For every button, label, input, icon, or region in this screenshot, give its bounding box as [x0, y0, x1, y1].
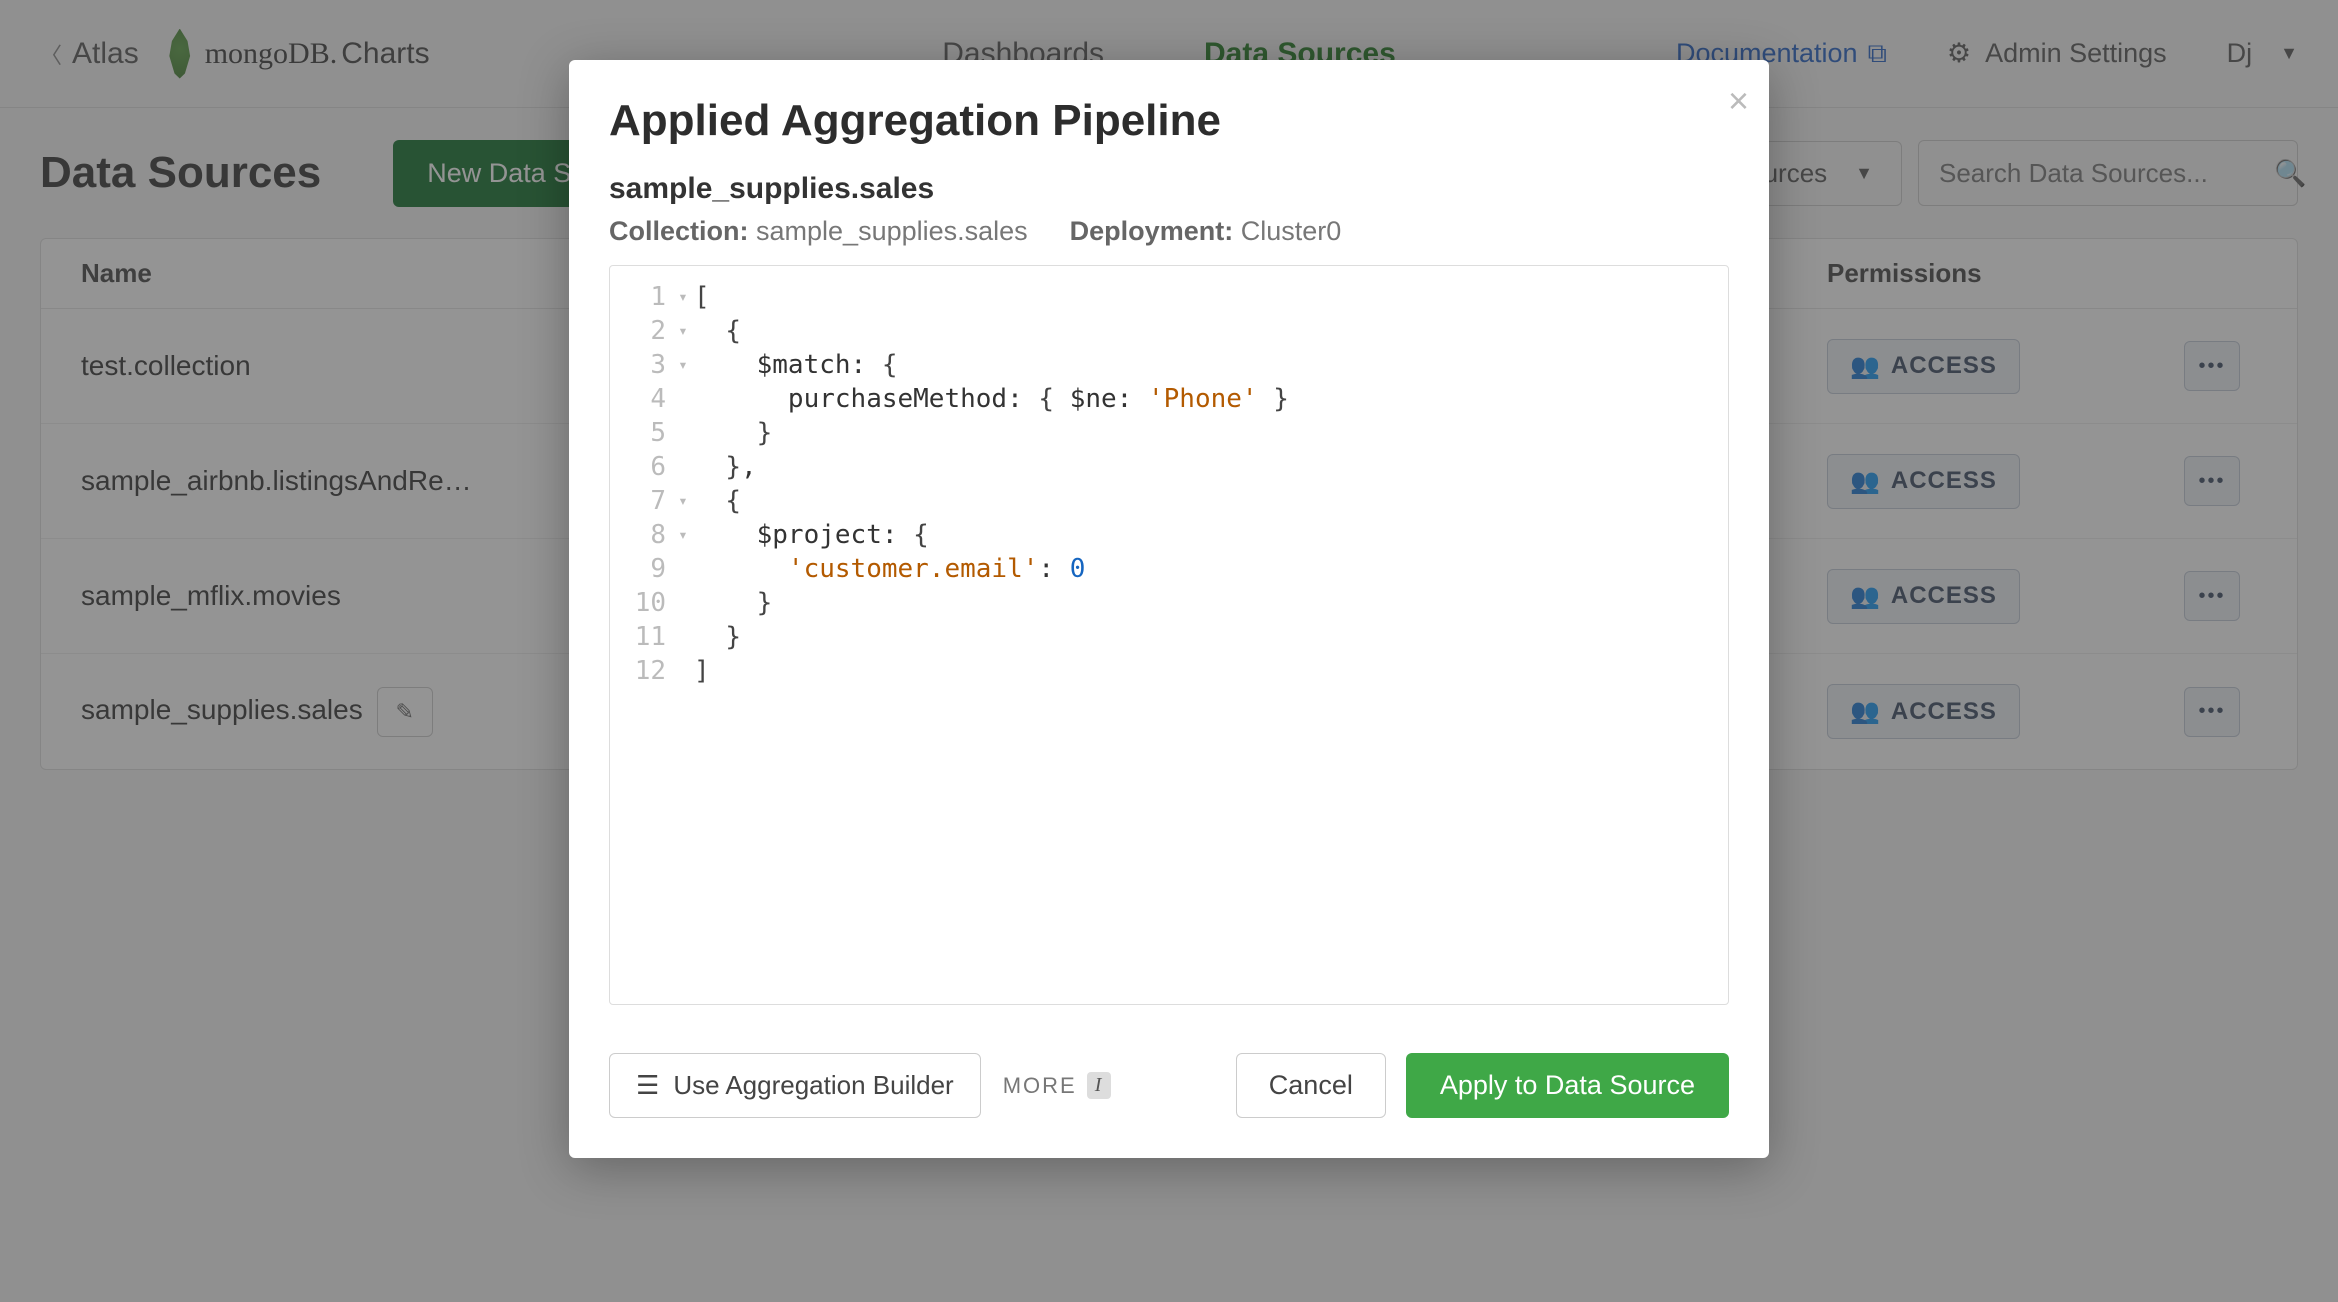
code-line[interactable]: 9 'customer.email': 0 — [610, 552, 1728, 586]
modal-title: Applied Aggregation Pipeline — [609, 96, 1729, 146]
code-line[interactable]: 10 } — [610, 586, 1728, 620]
close-icon[interactable]: × — [1728, 80, 1749, 122]
fold-icon — [672, 586, 694, 620]
line-number: 1 — [610, 280, 672, 314]
fold-icon — [672, 552, 694, 586]
modal-overlay[interactable]: Applied Aggregation Pipeline sample_supp… — [0, 0, 2338, 1302]
code-text: [ — [694, 280, 710, 314]
code-editor[interactable]: 1▾[2▾ {3▾ $match: {4 purchaseMethod: { $… — [609, 265, 1729, 1005]
fold-icon — [672, 450, 694, 484]
fold-icon[interactable]: ▾ — [672, 280, 694, 314]
modal-footer: ☰ Use Aggregation Builder MORE i Cancel … — [609, 1053, 1729, 1118]
cancel-button[interactable]: Cancel — [1236, 1053, 1386, 1118]
code-text: ] — [694, 654, 710, 688]
fold-icon[interactable]: ▾ — [672, 518, 694, 552]
line-number: 8 — [610, 518, 672, 552]
line-number: 9 — [610, 552, 672, 586]
code-text: }, — [694, 450, 757, 484]
code-line[interactable]: 7▾ { — [610, 484, 1728, 518]
fold-icon — [672, 416, 694, 450]
code-line[interactable]: 8▾ $project: { — [610, 518, 1728, 552]
code-line[interactable]: 3▾ $match: { — [610, 348, 1728, 382]
info-icon: i — [1087, 1072, 1112, 1099]
line-number: 5 — [610, 416, 672, 450]
fold-icon[interactable]: ▾ — [672, 314, 694, 348]
collection-label: Collection: — [609, 216, 749, 246]
modal-source-name: sample_supplies.sales — [609, 172, 1729, 206]
code-line[interactable]: 6 }, — [610, 450, 1728, 484]
line-number: 2 — [610, 314, 672, 348]
code-line[interactable]: 12] — [610, 654, 1728, 688]
use-aggregation-builder-button[interactable]: ☰ Use Aggregation Builder — [609, 1053, 981, 1118]
code-text: { — [694, 314, 741, 348]
fold-icon — [672, 382, 694, 416]
code-text: $match: { — [694, 348, 898, 382]
fold-icon — [672, 654, 694, 688]
code-line[interactable]: 4 purchaseMethod: { $ne: 'Phone' } — [610, 382, 1728, 416]
line-number: 11 — [610, 620, 672, 654]
code-text: 'customer.email': 0 — [694, 552, 1085, 586]
code-text: } — [694, 586, 772, 620]
list-icon: ☰ — [636, 1070, 659, 1101]
code-line[interactable]: 2▾ { — [610, 314, 1728, 348]
code-line[interactable]: 5 } — [610, 416, 1728, 450]
modal-meta: Collection: sample_supplies.sales Deploy… — [609, 216, 1729, 247]
code-line[interactable]: 11 } — [610, 620, 1728, 654]
line-number: 4 — [610, 382, 672, 416]
more-label[interactable]: MORE i — [1003, 1072, 1112, 1099]
code-text: } — [694, 620, 741, 654]
code-text: $project: { — [694, 518, 929, 552]
apply-button[interactable]: Apply to Data Source — [1406, 1053, 1729, 1118]
deployment-value: Cluster0 — [1241, 216, 1342, 246]
code-line[interactable]: 1▾[ — [610, 280, 1728, 314]
aggregation-pipeline-modal: Applied Aggregation Pipeline sample_supp… — [569, 60, 1769, 1158]
collection-value: sample_supplies.sales — [756, 216, 1028, 246]
code-text: { — [694, 484, 741, 518]
code-text: purchaseMethod: { $ne: 'Phone' } — [694, 382, 1289, 416]
code-text: } — [694, 416, 772, 450]
fold-icon[interactable]: ▾ — [672, 484, 694, 518]
line-number: 10 — [610, 586, 672, 620]
builder-label: Use Aggregation Builder — [673, 1070, 953, 1101]
fold-icon — [672, 620, 694, 654]
line-number: 7 — [610, 484, 672, 518]
line-number: 6 — [610, 450, 672, 484]
line-number: 12 — [610, 654, 672, 688]
fold-icon[interactable]: ▾ — [672, 348, 694, 382]
line-number: 3 — [610, 348, 672, 382]
deployment-label: Deployment: — [1070, 216, 1234, 246]
